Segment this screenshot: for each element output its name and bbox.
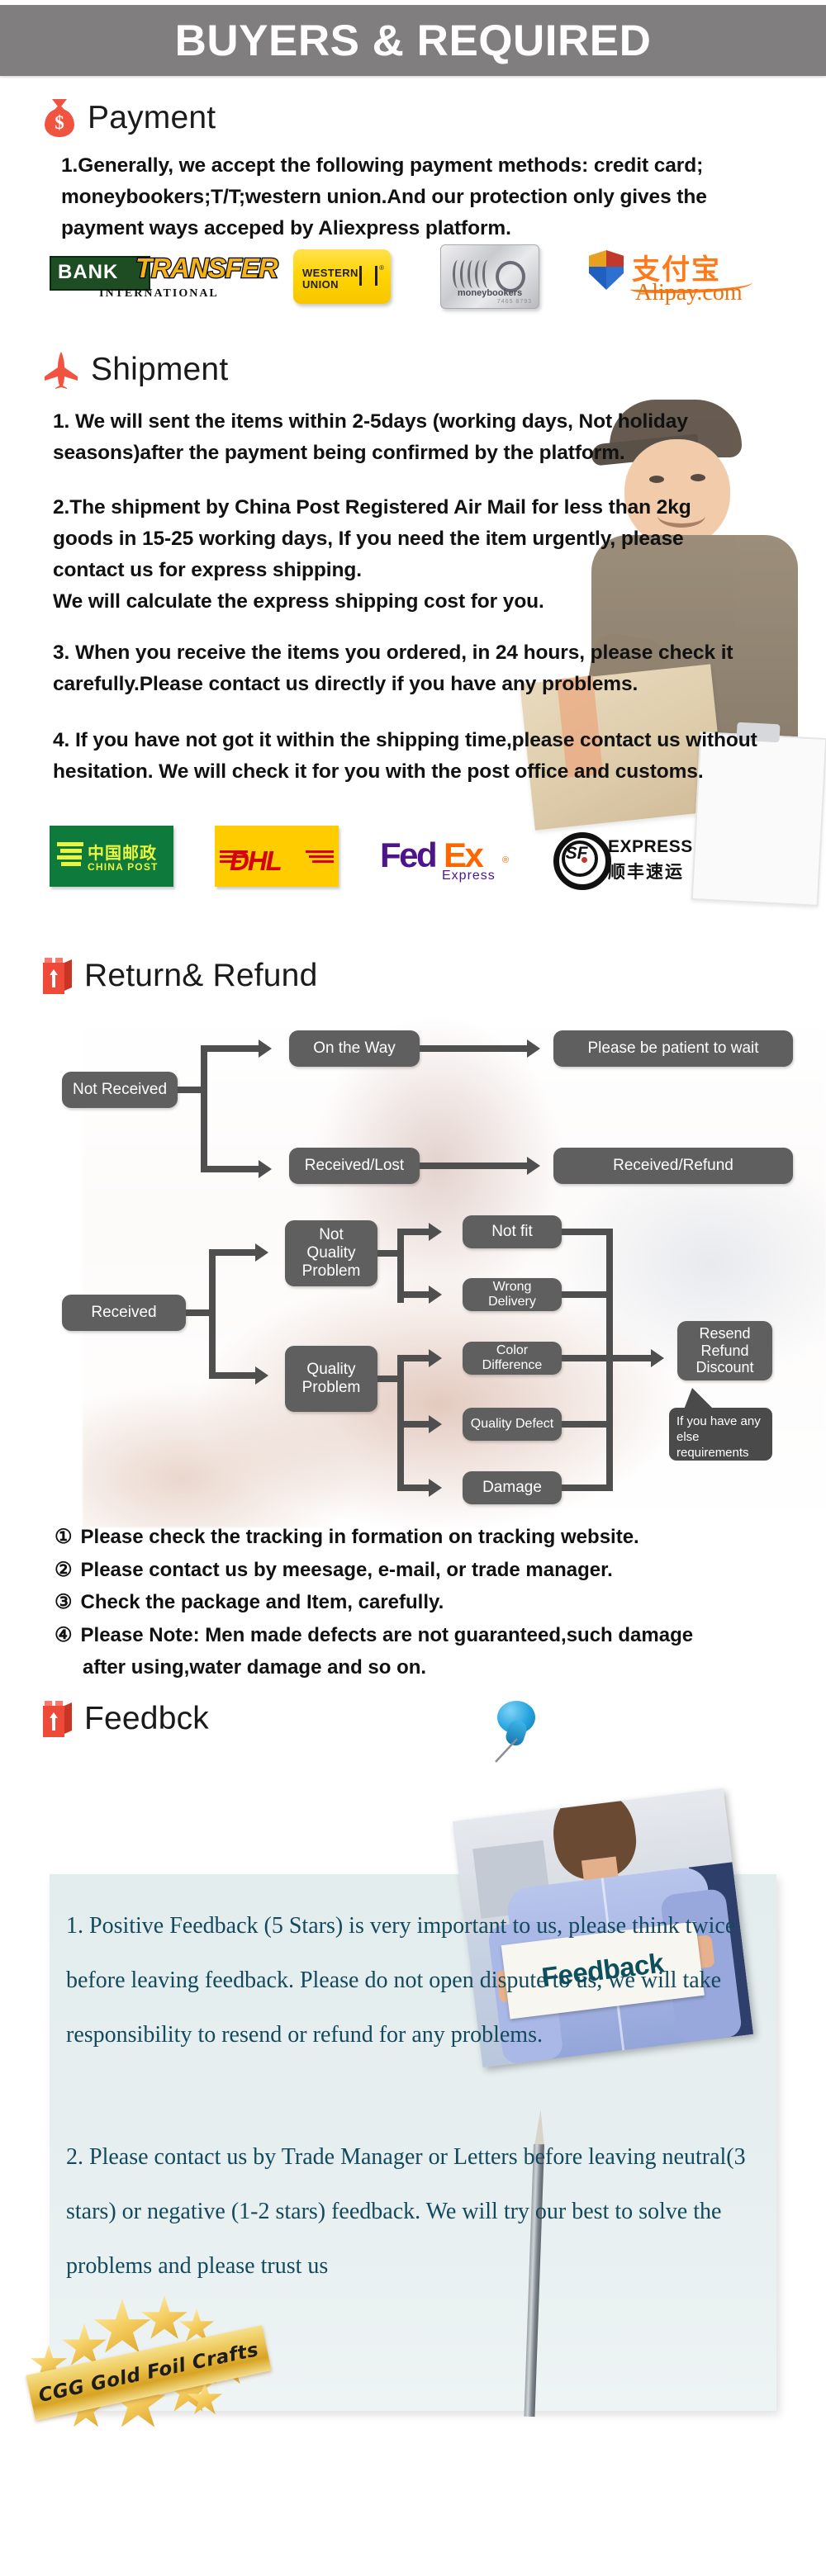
fedex-logo: Fed Ex ® Express xyxy=(380,836,510,883)
fedex-fed: Fed xyxy=(380,836,438,874)
flow-node-received-refund-out: Received/Refund xyxy=(553,1148,793,1184)
connector xyxy=(397,1355,430,1361)
china-post-logo: 中国邮政 CHINA POST xyxy=(50,826,173,887)
connector xyxy=(420,1163,529,1169)
connector xyxy=(397,1291,430,1298)
flow-node-wrong-delivery: Wrong Delivery xyxy=(463,1278,562,1311)
connector xyxy=(562,1229,611,1235)
connector xyxy=(562,1291,611,1298)
shop-badge: CGG Gold Foil Crafts xyxy=(17,2295,289,2452)
returns-flowchart: Not Received On the Way Please be patien… xyxy=(0,0,826,1504)
arrow-icon xyxy=(651,1349,664,1367)
note-text: Please contact us by meesage, e-mail, or… xyxy=(80,1558,613,1581)
product-description-page: BUYERS & REQUIRED $ Payment 1.Generally,… xyxy=(0,0,826,2576)
feedback-paragraph-1: 1. Positive Feedback (5 Stars) is very i… xyxy=(66,1913,736,2048)
connector xyxy=(397,1485,430,1491)
connector xyxy=(201,1045,260,1052)
section-heading-feedback: Feedbck xyxy=(43,1701,209,1737)
list-item: ② Please contact us by meesage, e-mail, … xyxy=(55,1554,798,1587)
flow-node-damage: Damage xyxy=(463,1471,562,1504)
sf-mark: SF xyxy=(565,844,588,863)
pushpin-icon xyxy=(487,1701,545,1775)
connector xyxy=(397,1229,430,1235)
arrow-icon xyxy=(259,1039,272,1058)
note-num: ③ xyxy=(55,1591,73,1614)
flow-node-on-the-way: On the Way xyxy=(289,1030,420,1067)
connector xyxy=(397,1421,430,1428)
connector xyxy=(562,1355,653,1361)
flow-node-received-lost: Received/Lost xyxy=(289,1148,420,1184)
feedback-heading-label: Feedbck xyxy=(84,1701,209,1736)
note-num: ② xyxy=(55,1558,73,1581)
connector xyxy=(201,1166,260,1172)
connector xyxy=(420,1045,529,1052)
connector xyxy=(562,1485,611,1491)
flow-node-please-wait: Please be patient to wait xyxy=(553,1030,793,1067)
sf-express-cn: 顺丰速运 xyxy=(608,862,684,882)
sf-express-en: EXPRESS xyxy=(608,837,693,856)
note-text: Check the package and Item, carefully. xyxy=(80,1591,444,1614)
flow-node-not-received: Not Received xyxy=(62,1072,178,1108)
dhl-wordmark: DHL xyxy=(230,845,282,876)
flow-node-received: Received xyxy=(62,1295,186,1331)
flow-node-resend-refund-discount: Resend Refund Discount xyxy=(677,1321,772,1380)
list-item: ③ Check the package and Item, carefully. xyxy=(55,1586,798,1619)
connector xyxy=(562,1421,611,1428)
section-heading-returns: Return& Refund xyxy=(43,958,317,994)
feedback-paragraph-2: 2. Please contact us by Trade Manager or… xyxy=(66,2144,746,2279)
china-post-cn: 中国邮政 xyxy=(88,843,157,863)
flow-node-not-quality-problem: Not Quality Problem xyxy=(285,1220,377,1286)
connector xyxy=(209,1249,216,1377)
connector xyxy=(201,1045,207,1172)
shipment-paragraph-3: 3. When you receive the items you ordere… xyxy=(53,642,733,695)
arrow-icon xyxy=(429,1223,442,1241)
note-text: Please Note: Men made defects are not gu… xyxy=(80,1623,694,1646)
flow-node-not-fit: Not fit xyxy=(463,1215,562,1248)
arrow-icon xyxy=(255,1243,268,1262)
arrow-icon xyxy=(259,1160,272,1178)
arrow-icon xyxy=(429,1415,442,1433)
list-item: ① Please check the tracking in formation… xyxy=(55,1521,798,1554)
arrow-icon xyxy=(429,1286,442,1304)
sf-express-logo: SF EXPRESS 顺丰速运 xyxy=(553,826,710,890)
connector xyxy=(209,1372,257,1379)
arrow-icon xyxy=(429,1479,442,1497)
flow-bubble-extra-requirements: If you have any else requirements you co… xyxy=(669,1388,772,1490)
flow-node-quality-defect: Quality Defect xyxy=(463,1408,562,1441)
arrow-icon xyxy=(255,1366,268,1385)
flow-node-quality-problem: Quality Problem xyxy=(285,1346,377,1412)
fedex-sub: Express xyxy=(442,869,496,883)
note-num: ① xyxy=(55,1526,73,1548)
bubble-tail-icon xyxy=(684,1388,714,1409)
note-text: Please check the tracking in formation o… xyxy=(80,1526,639,1548)
list-item: ④ Please Note: Men made defects are not … xyxy=(55,1619,798,1652)
arrow-icon xyxy=(527,1157,540,1175)
shipping-carrier-logo-row: 中国邮政 CHINA POST DHL Fed Ex ® Express SF … xyxy=(50,826,809,890)
dhl-logo: DHL xyxy=(215,826,339,887)
shipment-paragraph-4: 4. If you have not got it within the shi… xyxy=(53,729,757,783)
package-box-icon xyxy=(43,1701,73,1737)
note-text: after using,water damage and so on. xyxy=(83,1656,427,1679)
returns-heading-label: Return& Refund xyxy=(84,958,318,993)
list-item: after using,water damage and so on. xyxy=(55,1651,798,1684)
arrow-icon xyxy=(429,1349,442,1367)
arrow-icon xyxy=(527,1039,540,1058)
returns-notes-list: ① Please check the tracking in formation… xyxy=(55,1521,798,1684)
note-num: ④ xyxy=(55,1623,73,1646)
flow-node-color-difference: Color Difference xyxy=(463,1342,562,1375)
china-post-en: CHINA POST xyxy=(88,861,159,873)
connector xyxy=(209,1249,257,1256)
package-box-icon xyxy=(43,958,73,994)
